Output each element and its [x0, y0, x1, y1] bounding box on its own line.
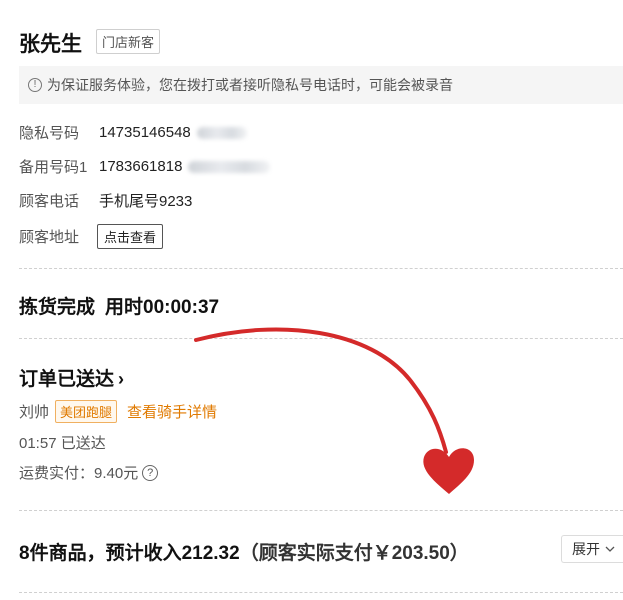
- customer-phone-row: 顾客电话 手机尾号9233: [19, 190, 192, 211]
- rider-service-badge: 美团跑腿: [55, 400, 118, 423]
- private-number-row: 隐私号码 14735146548: [19, 122, 247, 143]
- delivered-time: 01:57 已送达: [19, 435, 106, 452]
- customer-name: 张先生: [19, 33, 82, 56]
- new-customer-badge: 门店新客: [96, 29, 161, 54]
- picking-time: 用时00:00:37: [105, 297, 220, 318]
- notice-text: 为保证服务体验，您在拨打或者接听隐私号电话时，可能会被录音: [47, 77, 453, 93]
- private-number-value[interactable]: 14735146548: [99, 124, 191, 141]
- redacted-blur: [196, 126, 247, 139]
- backup-number-row: 备用号码1 1783661818: [19, 156, 271, 177]
- items-income-text: 8件商品，预计收入212.32: [19, 543, 240, 564]
- customer-address-label: 顾客地址: [19, 229, 80, 246]
- delivery-fee-value: 9.40元: [94, 465, 139, 482]
- customer-phone-label: 顾客电话: [19, 193, 80, 210]
- picking-status: 拣货完成: [19, 297, 96, 318]
- picking-section: 拣货完成 用时00:00:37: [19, 292, 219, 319]
- help-icon[interactable]: ?: [142, 464, 159, 481]
- view-address-button[interactable]: 点击查看: [97, 224, 164, 249]
- customer-phone-value: 手机尾号9233: [99, 193, 193, 210]
- recording-notice: ! 为保证服务体验，您在拨打或者接听隐私号电话时，可能会被录音: [19, 66, 623, 104]
- expand-label: 展开: [572, 541, 600, 557]
- delivery-fee-row: 运费实付： 9.40元 ?: [19, 462, 159, 483]
- rider-name: 刘帅: [19, 404, 50, 421]
- info-icon: !: [28, 78, 42, 92]
- customer-address-row: 顾客地址 点击查看: [19, 224, 164, 249]
- rider-details-link[interactable]: 查看骑手详情: [127, 401, 217, 422]
- customer-paid-text: （顾客实际支付￥203.50）: [239, 543, 469, 564]
- rider-row: 刘帅 美团跑腿 查看骑手详情: [19, 400, 217, 423]
- backup-number-label: 备用号码1: [19, 159, 88, 176]
- divider: [19, 592, 623, 593]
- order-summary: 8件商品，预计收入212.32（顾客实际支付￥203.50）: [19, 538, 469, 565]
- redacted-blur: [188, 160, 271, 173]
- chevron-right-icon: ›: [118, 369, 125, 389]
- delivered-time-row: 01:57 已送达: [19, 432, 106, 453]
- delivery-fee-label: 运费实付：: [19, 465, 95, 482]
- chevron-down-icon: [605, 546, 615, 552]
- private-number-label: 隐私号码: [19, 125, 80, 142]
- divider: [19, 338, 623, 339]
- divider: [19, 510, 623, 511]
- divider: [19, 268, 623, 269]
- expand-button[interactable]: 展开: [561, 535, 623, 563]
- backup-number-value[interactable]: 1783661818: [99, 158, 182, 175]
- annotation-arrow-stroke: [194, 327, 448, 454]
- delivery-status-link[interactable]: 订单已送达 ›: [19, 364, 124, 391]
- heart-icon: [423, 448, 474, 494]
- delivery-status: 订单已送达: [19, 369, 115, 390]
